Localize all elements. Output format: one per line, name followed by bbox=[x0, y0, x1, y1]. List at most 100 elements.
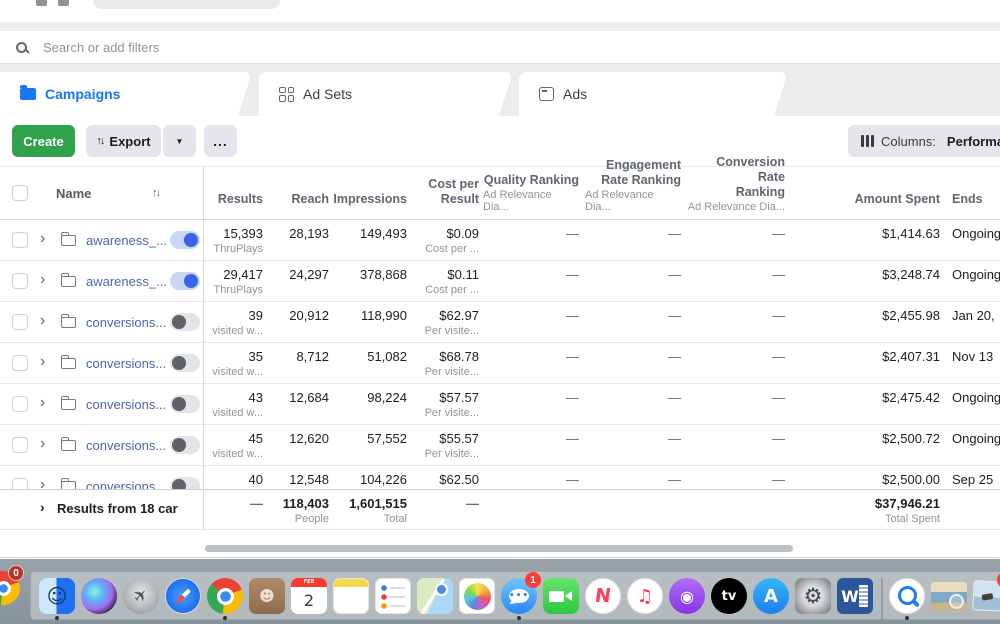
reach-cell: 12,620 bbox=[275, 431, 335, 447]
col-header-ends[interactable]: Ends bbox=[952, 192, 1000, 207]
filter-bar bbox=[0, 31, 1000, 64]
columns-button[interactable]: Columns: Performance bbox=[848, 125, 1000, 157]
col-header-quality-ranking[interactable]: Quality Ranking Ad Relevance Dia... bbox=[483, 173, 585, 213]
col-header-impressions[interactable]: Impressions bbox=[335, 192, 413, 207]
row-checkbox[interactable] bbox=[12, 437, 28, 453]
word-icon[interactable]: W bbox=[837, 578, 873, 614]
siri-icon[interactable] bbox=[81, 578, 117, 614]
export-button[interactable]: ↑↓ Export bbox=[86, 125, 161, 157]
export-dropdown-button[interactable]: ▼ bbox=[163, 125, 196, 157]
row-expand-chevron-icon[interactable]: › bbox=[40, 312, 45, 330]
browser-address-bar[interactable] bbox=[93, 0, 280, 9]
row-expand-chevron-icon[interactable]: › bbox=[40, 271, 45, 289]
image-file-icon[interactable]: 1 bbox=[973, 578, 1000, 614]
results-cell: 39visited w... bbox=[205, 308, 275, 338]
cost-per-result-cell: $57.57Per visite... bbox=[413, 390, 483, 420]
campaign-folder-icon bbox=[61, 317, 76, 328]
campaign-name-link[interactable]: conversions... bbox=[86, 356, 166, 371]
row-checkbox[interactable] bbox=[12, 396, 28, 412]
calendar-icon[interactable]: FEB2 bbox=[291, 578, 327, 614]
launchpad-icon[interactable]: ✈ bbox=[123, 578, 159, 614]
col-header-engagement-ranking[interactable]: Engagement Rate Ranking Ad Relevance Dia… bbox=[585, 158, 687, 213]
tab-ads-label: Ads bbox=[563, 86, 587, 102]
notes-icon[interactable] bbox=[333, 578, 369, 614]
campaign-active-toggle[interactable] bbox=[170, 313, 200, 331]
dock-divider bbox=[881, 578, 883, 620]
browser-button-stub-icon[interactable] bbox=[58, 0, 69, 6]
columns-icon bbox=[861, 135, 874, 147]
row-expand-chevron-icon[interactable]: › bbox=[40, 394, 45, 412]
maps-icon[interactable] bbox=[417, 578, 453, 614]
col-header-results[interactable]: Results bbox=[205, 192, 275, 207]
appletv-icon[interactable]: tv bbox=[711, 578, 747, 614]
row-checkbox[interactable] bbox=[12, 232, 28, 248]
export-arrows-icon: ↑↓ bbox=[96, 135, 103, 147]
photos-icon[interactable] bbox=[459, 578, 495, 614]
campaign-active-toggle[interactable] bbox=[170, 231, 200, 249]
more-options-button[interactable]: ... bbox=[204, 125, 237, 157]
settings-icon[interactable]: ⚙ bbox=[795, 578, 831, 614]
messages-icon[interactable]: •••1 bbox=[501, 578, 537, 614]
campaign-name-link[interactable]: awareness_... bbox=[86, 274, 167, 289]
ends-cell: Jan 20, bbox=[952, 308, 1000, 324]
sort-icon[interactable]: ↑↓ bbox=[152, 187, 159, 199]
campaign-active-toggle[interactable] bbox=[170, 395, 200, 413]
horizontal-scrollbar[interactable] bbox=[205, 545, 793, 552]
search-filter-input[interactable] bbox=[43, 40, 843, 55]
notification-badge: 1 bbox=[525, 572, 541, 588]
partial-app-icon[interactable]: 0 bbox=[0, 571, 20, 605]
campaign-name-link[interactable]: conversions... bbox=[86, 438, 166, 453]
reach-cell: 8,712 bbox=[275, 349, 335, 365]
summary-amount-spent: $37,946.21Total Spent bbox=[791, 496, 946, 526]
reach-cell: 28,193 bbox=[275, 226, 335, 242]
image-capture-icon[interactable] bbox=[931, 578, 967, 614]
amount-spent-cell: $2,500.00 bbox=[791, 472, 946, 488]
conversion-ranking-cell: — bbox=[687, 390, 791, 406]
col-header-cost-per-result[interactable]: Cost per Result bbox=[413, 177, 483, 207]
summary-expand-chevron-icon[interactable]: › bbox=[40, 499, 45, 515]
row-checkbox[interactable] bbox=[12, 355, 28, 371]
browser-button-stub-icon[interactable] bbox=[36, 0, 47, 6]
preview-icon[interactable] bbox=[889, 578, 925, 614]
appstore-icon[interactable]: A bbox=[753, 578, 789, 614]
col-header-conversion-ranking[interactable]: Conversion Rate Ranking Ad Relevance Dia… bbox=[687, 155, 791, 213]
conversion-ranking-cell: — bbox=[687, 349, 791, 365]
tab-campaigns[interactable]: Campaigns bbox=[0, 72, 232, 116]
campaign-name-link[interactable]: conversions... bbox=[86, 315, 166, 330]
facetime-icon[interactable] bbox=[543, 578, 579, 614]
col-header-reach[interactable]: Reach bbox=[275, 192, 335, 207]
tab-ads[interactable]: Ads bbox=[519, 72, 768, 116]
campaign-active-toggle[interactable] bbox=[170, 272, 200, 290]
summary-cost: — bbox=[413, 496, 483, 512]
row-checkbox[interactable] bbox=[12, 314, 28, 330]
reminders-icon[interactable] bbox=[375, 578, 411, 614]
chrome-icon[interactable] bbox=[207, 578, 243, 614]
campaign-folder-icon bbox=[61, 399, 76, 410]
conversion-ranking-cell: — bbox=[687, 431, 791, 447]
col-header-amount-spent[interactable]: Amount Spent bbox=[791, 192, 946, 207]
create-button[interactable]: Create bbox=[12, 125, 75, 157]
select-all-checkbox[interactable] bbox=[12, 185, 28, 201]
row-expand-chevron-icon[interactable]: › bbox=[40, 476, 45, 490]
finder-icon[interactable]: ☺ bbox=[39, 578, 75, 614]
engagement-ranking-cell: — bbox=[585, 431, 687, 447]
tab-ad-sets[interactable]: Ad Sets bbox=[259, 72, 493, 116]
contacts-icon[interactable]: ☻ bbox=[249, 578, 285, 614]
campaign-name-link[interactable]: conversions... bbox=[86, 397, 166, 412]
row-checkbox[interactable] bbox=[12, 273, 28, 289]
music-icon[interactable]: ♫ bbox=[627, 578, 663, 614]
cost-per-result-cell: $0.11Cost per ... bbox=[413, 267, 483, 297]
row-expand-chevron-icon[interactable]: › bbox=[40, 435, 45, 453]
row-expand-chevron-icon[interactable]: › bbox=[40, 230, 45, 248]
reach-cell: 20,912 bbox=[275, 308, 335, 324]
campaign-active-toggle[interactable] bbox=[170, 436, 200, 454]
podcasts-icon[interactable]: ◉ bbox=[669, 578, 705, 614]
impressions-cell: 51,082 bbox=[335, 349, 413, 365]
row-expand-chevron-icon[interactable]: › bbox=[40, 353, 45, 371]
campaign-name-link[interactable]: awareness_... bbox=[86, 233, 167, 248]
safari-icon[interactable] bbox=[165, 578, 201, 614]
news-icon[interactable]: N bbox=[585, 578, 621, 614]
quality-ranking-cell: — bbox=[483, 390, 585, 406]
amount-spent-cell: $2,475.42 bbox=[791, 390, 946, 406]
campaign-active-toggle[interactable] bbox=[170, 354, 200, 372]
